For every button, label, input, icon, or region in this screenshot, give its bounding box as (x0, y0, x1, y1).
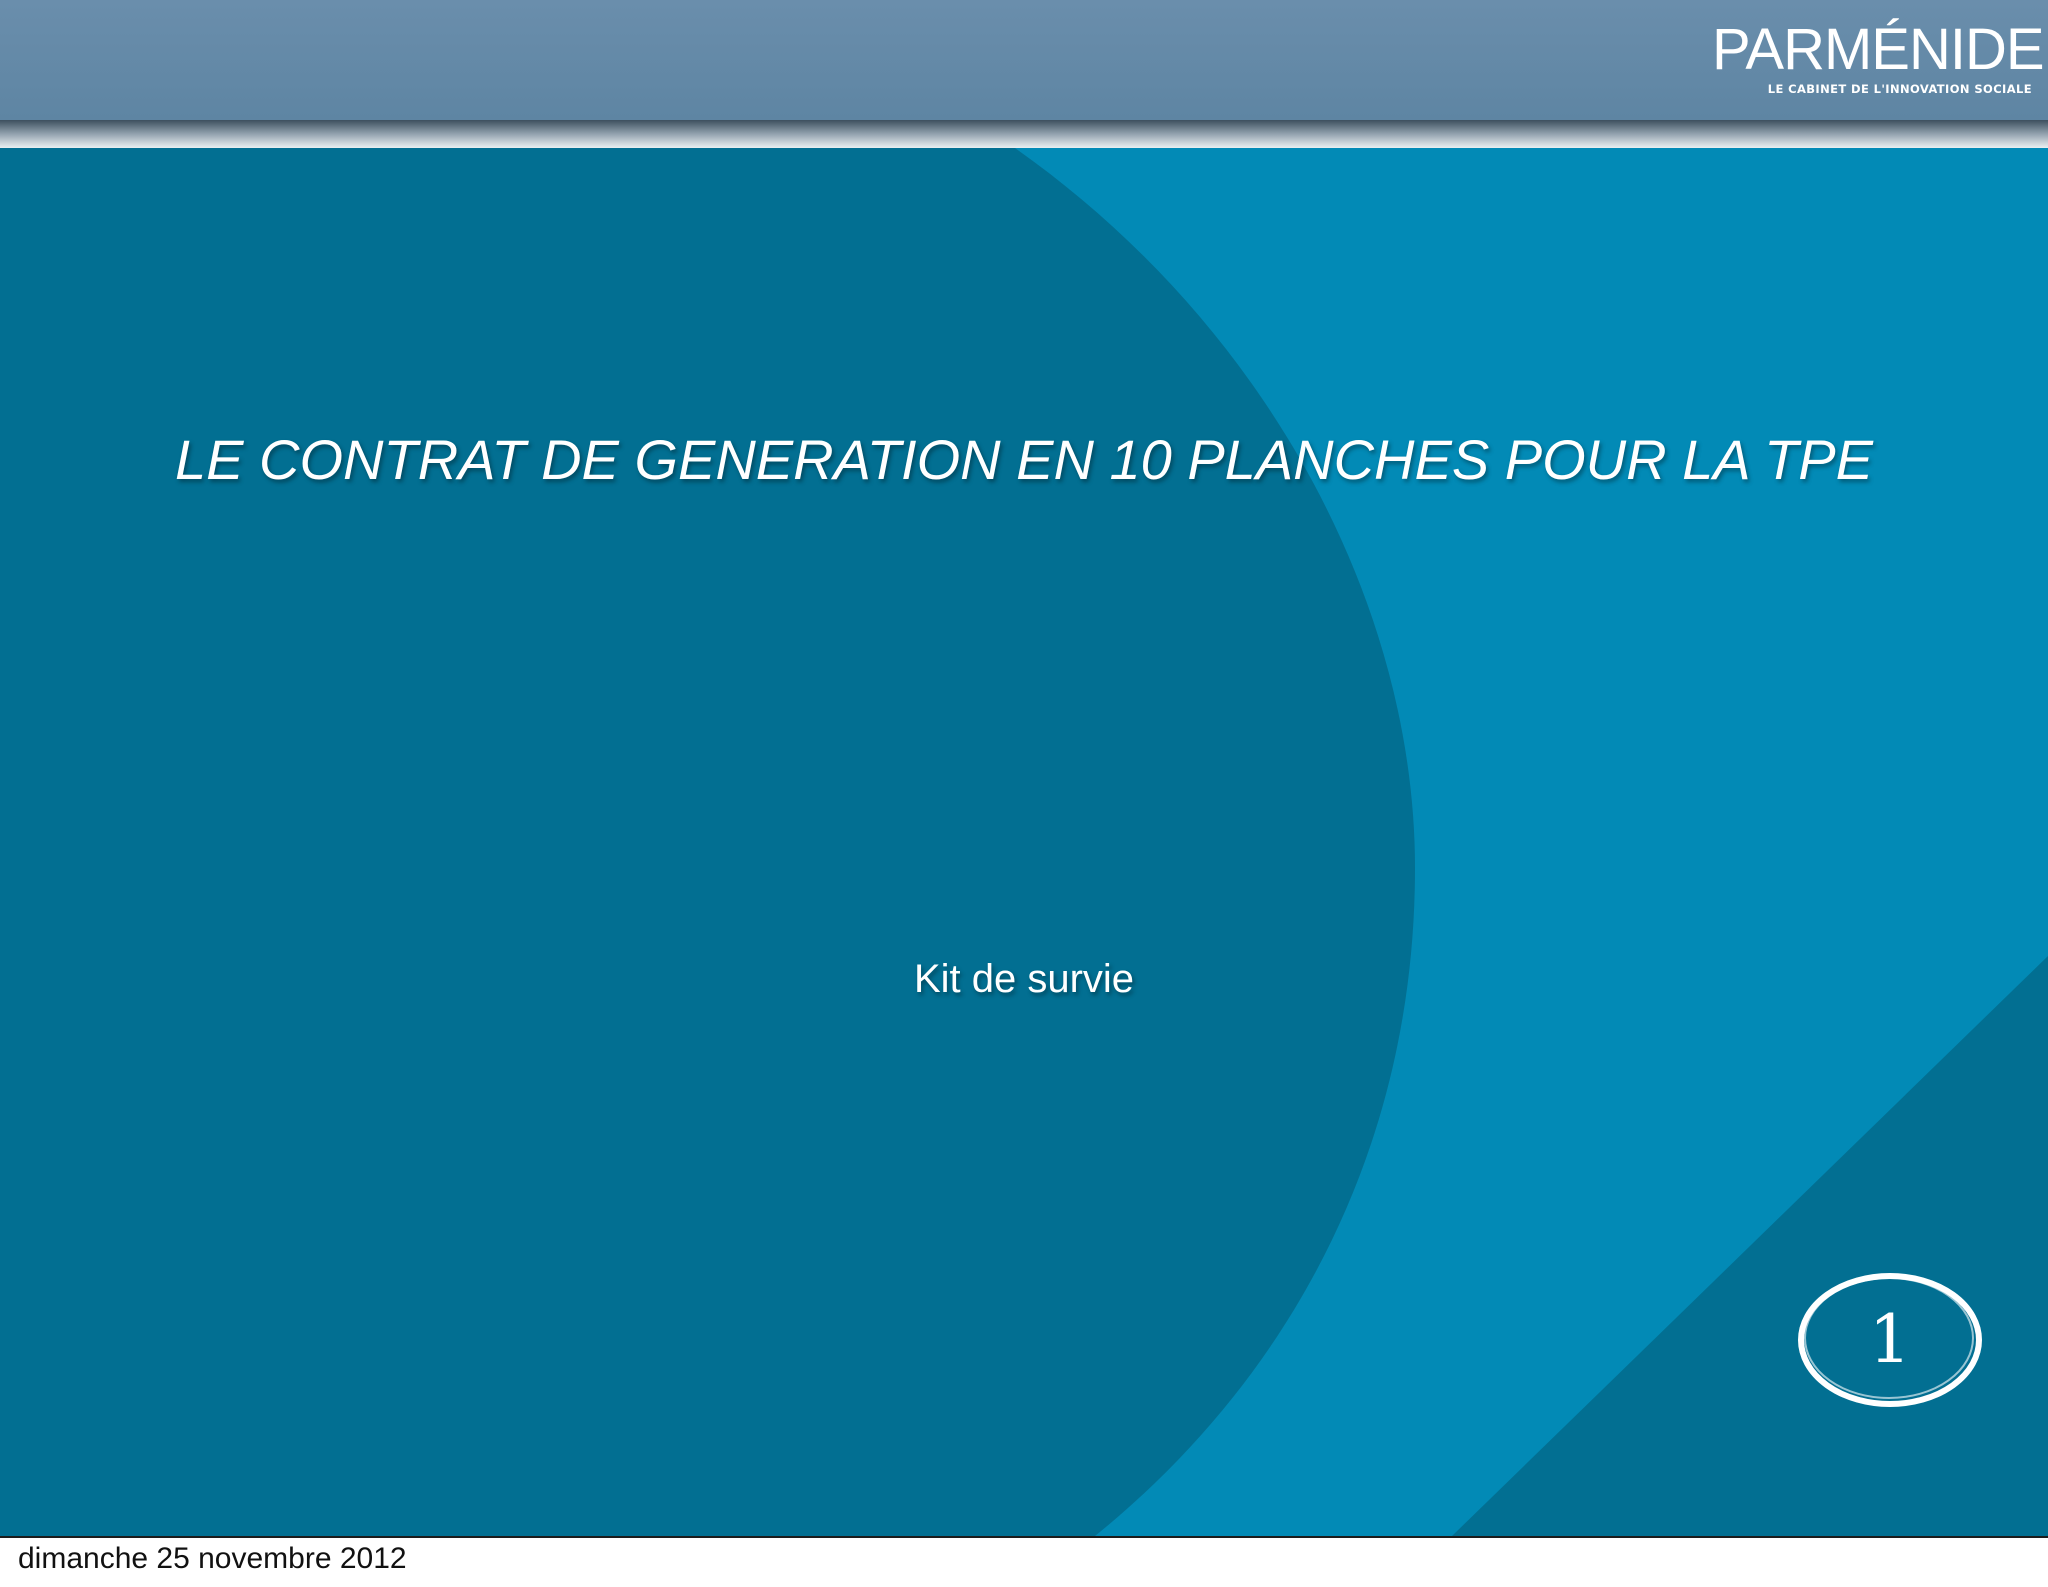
dark-curved-shape (0, 148, 1415, 1536)
page-divider (0, 1536, 2048, 1538)
page-number: 1 (1869, 1300, 1911, 1378)
dark-corner-triangle (1452, 956, 2048, 1536)
header-gradient-strip (0, 120, 2048, 148)
slide-header: PARMÉNIDE LE CABINET DE L'INNOVATION SOC… (0, 0, 2048, 121)
slide-subtitle: Kit de survie (913, 957, 1135, 1001)
slide: PARMÉNIDE LE CABINET DE L'INNOVATION SOC… (0, 0, 2048, 1536)
logo-tagline: LE CABINET DE L'INNOVATION SOCIALE (1767, 82, 2032, 96)
footer-date: dimanche 25 novembre 2012 (18, 1542, 407, 1575)
logo-wordmark: PARMÉNIDE (1712, 17, 2045, 82)
page-number-badge: 1 (1792, 1264, 1988, 1414)
slide-title: LE CONTRAT DE GENERATION EN 10 PLANCHES … (175, 428, 1873, 491)
background-shapes (0, 148, 2048, 1536)
parmenide-logo: PARMÉNIDE LE CABINET DE L'INNOVATION SOC… (1712, 17, 2045, 100)
